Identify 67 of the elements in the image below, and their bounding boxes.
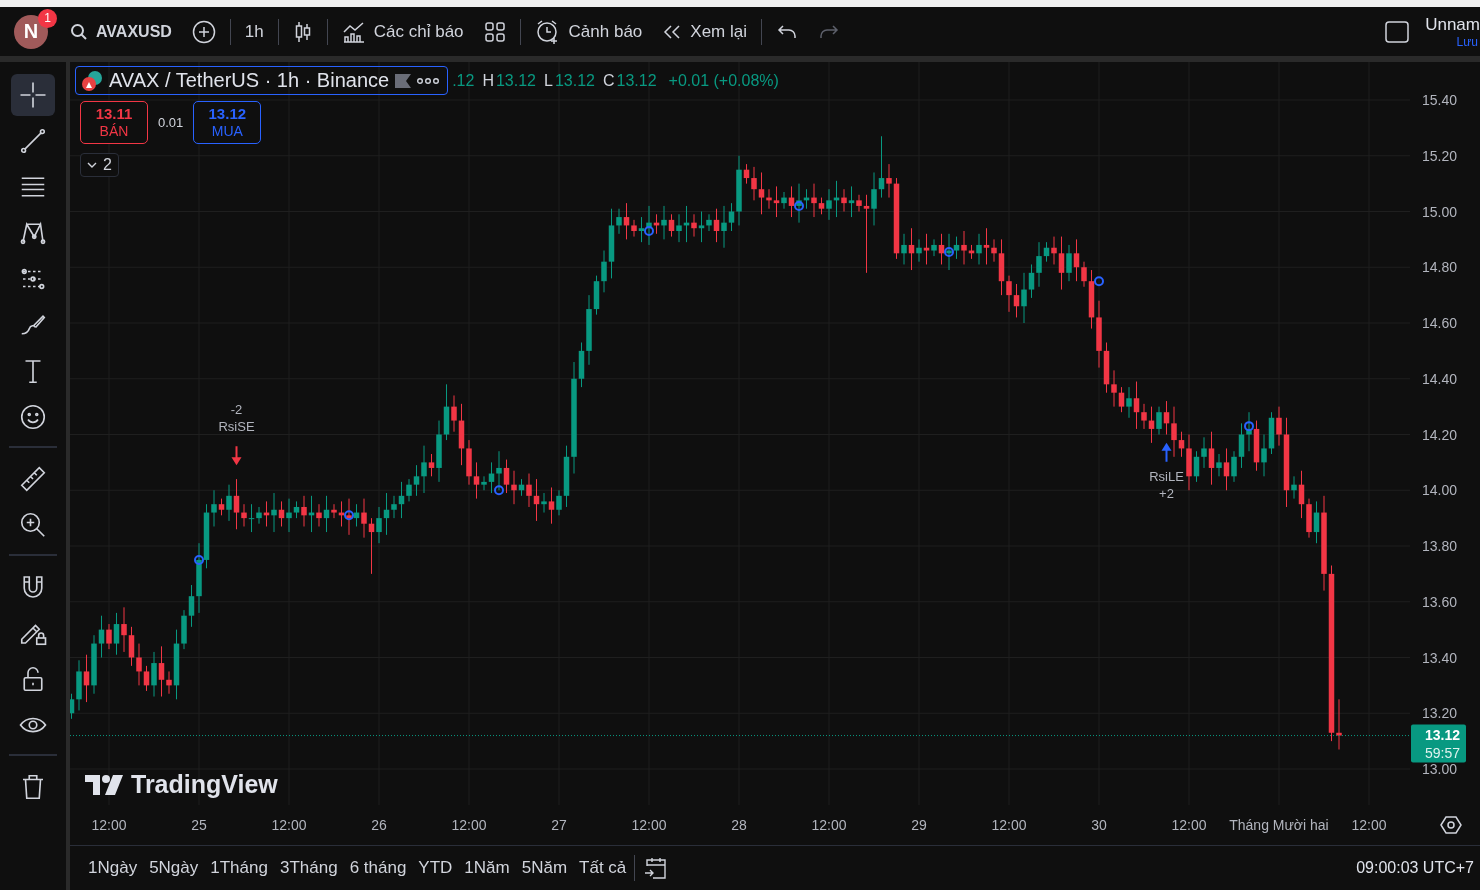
time-label: 29: [911, 817, 927, 833]
clock-text: 09:00:03 UTC+7: [1356, 859, 1474, 877]
price-label: 13.40: [1422, 649, 1458, 666]
ohlc-value: 13.12: [616, 71, 657, 90]
time-label: 12:00: [1351, 817, 1387, 833]
symbol-legend[interactable]: AVAX / TetherUS · 1h · Binance: [75, 66, 449, 95]
price-label: 14.40: [1422, 370, 1458, 387]
symbol-title: AVAX / TetherUS · 1h · Binance: [109, 69, 390, 92]
price-label: 14.80: [1422, 259, 1458, 276]
signal-quantity: -2: [230, 402, 243, 418]
alerts-button[interactable]: Cảnh báo: [526, 14, 651, 49]
price-change: +0.01 (+0.08%): [668, 71, 779, 90]
range-button[interactable]: 3Tháng: [273, 854, 344, 882]
interval-button[interactable]: 1h: [236, 17, 272, 46]
time-label: 30: [1091, 817, 1107, 833]
symbol-search[interactable]: AVAXUSD: [62, 18, 180, 45]
time-label: 12:00: [1171, 817, 1207, 833]
time-label: Tháng Mười hai: [1229, 817, 1329, 833]
price-label: 14.60: [1422, 315, 1458, 331]
last-price-tag: 13.12 59:57: [1411, 724, 1466, 763]
price-label: 13.80: [1422, 538, 1458, 554]
range-button[interactable]: 5Ngày: [143, 854, 205, 882]
signal-label: RsiLE: [1149, 468, 1184, 484]
sell-button[interactable]: 13.11 BÁN: [80, 101, 148, 144]
watermark-text: TradingView: [131, 770, 278, 799]
time-label: 12:00: [451, 817, 487, 833]
time-label: 26: [371, 817, 387, 833]
price-label: 14.20: [1422, 426, 1458, 443]
layout-name[interactable]: Unnam: [1426, 14, 1480, 35]
range-button[interactable]: 1Ngày: [82, 854, 144, 882]
ohlc-value: 13.12: [554, 71, 595, 90]
range-button[interactable]: 1Tháng: [204, 854, 274, 882]
price-label: 15.20: [1422, 147, 1458, 164]
price-label: 15.40: [1422, 92, 1458, 108]
price-label: 13.20: [1422, 705, 1458, 722]
range-button[interactable]: Tất cả: [573, 854, 633, 882]
time-label: 25: [191, 817, 207, 833]
price-label: 13.00: [1422, 761, 1458, 777]
buy-button[interactable]: 13.12 MUA: [193, 101, 262, 144]
ref-line-label: 13.12: [1424, 726, 1461, 743]
price-label: 14.00: [1422, 482, 1458, 499]
range-button[interactable]: 5Năm: [515, 854, 574, 882]
notification-badge: 1: [38, 8, 57, 28]
time-label: 12:00: [991, 817, 1027, 833]
ohlc-label: H: [482, 71, 494, 90]
signal-label: RsiSE: [218, 419, 255, 435]
replay-button[interactable]: Xem lại: [654, 17, 755, 46]
range-button[interactable]: 1Năm: [458, 854, 516, 882]
indicators-button[interactable]: Các chỉ báo: [333, 15, 472, 48]
save-link[interactable]: Lưu: [1456, 34, 1478, 49]
ohlc-value: .12: [452, 71, 475, 90]
spread-value: 0.01: [158, 115, 184, 130]
signal-quantity: +2: [1159, 485, 1174, 501]
time-label: 12:00: [271, 817, 307, 833]
indicators-toggle[interactable]: 2: [80, 153, 119, 177]
time-label: 27: [551, 817, 567, 833]
range-button[interactable]: YTD: [412, 854, 459, 882]
price-label: 15.00: [1422, 203, 1458, 220]
time-label: 28: [731, 817, 747, 833]
time-label: 12:00: [811, 817, 847, 833]
range-button[interactable]: 6 tháng: [343, 854, 413, 882]
price-label: 13.60: [1422, 593, 1458, 610]
ohlc-label: C: [602, 71, 615, 90]
time-label: 12:00: [91, 817, 127, 833]
ohlc-label: L: [544, 71, 553, 90]
time-label: 12:00: [631, 817, 667, 833]
ohlc-value: 13.12: [495, 71, 536, 90]
